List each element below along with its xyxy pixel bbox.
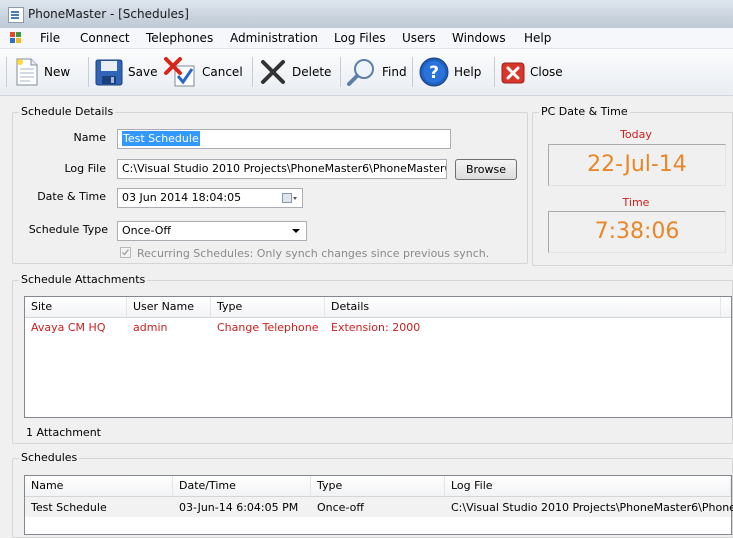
schedule-details-title: Schedule Details bbox=[19, 105, 116, 118]
table-row[interactable]: Avaya CM HQ admin Change Telephone Exten… bbox=[25, 318, 731, 336]
column-log-file[interactable]: Log File bbox=[445, 476, 731, 496]
attachment-type: Change Telephone bbox=[217, 321, 319, 334]
mdi-window-icon[interactable] bbox=[10, 32, 22, 43]
schedule-log-file: C:\Visual Studio 2010 Projects\PhoneMast… bbox=[451, 501, 733, 514]
delete-button[interactable]: Delete bbox=[258, 55, 331, 89]
toolbar-separator bbox=[340, 57, 341, 87]
menu-help[interactable]: Help bbox=[524, 31, 551, 45]
log-file-label: Log File bbox=[64, 162, 106, 175]
time-display: 7:38:06 bbox=[548, 211, 726, 253]
name-field-value: Test Schedule bbox=[122, 131, 200, 146]
schedules-header: Name Date/Time Type Log File bbox=[25, 476, 731, 497]
name-field[interactable]: Test Schedule bbox=[117, 129, 451, 149]
table-row[interactable]: Test Schedule 03-Jun-14 6:04:05 PM Once-… bbox=[25, 497, 733, 517]
date-time-picker[interactable]: 03 Jun 2014 18:04:05 bbox=[117, 188, 303, 208]
svg-text:?: ? bbox=[429, 63, 439, 83]
menu-telephones[interactable]: Telephones bbox=[146, 31, 213, 45]
browse-button[interactable]: Browse bbox=[455, 159, 517, 180]
name-label: Name bbox=[73, 131, 106, 144]
schedules-list[interactable]: Name Date/Time Type Log File Test Schedu… bbox=[24, 475, 733, 535]
close-icon bbox=[501, 62, 525, 84]
schedule-attachments-title: Schedule Attachments bbox=[19, 273, 148, 286]
save-button[interactable]: Save bbox=[94, 55, 157, 89]
time-label: Time bbox=[622, 196, 650, 209]
time-value: 7:38:06 bbox=[594, 219, 680, 244]
delete-x-icon bbox=[261, 60, 285, 84]
help-button[interactable]: ? Help bbox=[418, 55, 481, 89]
menu-users[interactable]: Users bbox=[402, 31, 436, 45]
floppy-disk-icon bbox=[95, 59, 123, 86]
date-time-value: 03 Jun 2014 18:04:05 bbox=[122, 191, 242, 204]
menu-bar: File Connect Telephones Administration L… bbox=[0, 28, 733, 49]
find-button[interactable]: Find bbox=[346, 55, 407, 89]
magnifier-icon bbox=[347, 59, 374, 86]
log-file-field[interactable]: C:\Visual Studio 2010 Projects\PhoneMast… bbox=[117, 159, 447, 179]
column-site[interactable]: Site bbox=[25, 297, 127, 317]
attachments-list[interactable]: Site User Name Type Details Avaya CM HQ … bbox=[24, 296, 732, 418]
toolbar-separator bbox=[88, 57, 89, 87]
schedule-type-value: Once-Off bbox=[122, 224, 171, 237]
column-date-time[interactable]: Date/Time bbox=[173, 476, 311, 496]
chevron-down-icon bbox=[292, 229, 300, 233]
menu-file[interactable]: File bbox=[40, 31, 60, 45]
date-time-label: Date & Time bbox=[37, 190, 106, 203]
cancel-label: Cancel bbox=[202, 65, 243, 79]
help-icon: ? bbox=[419, 57, 449, 87]
menu-log-files[interactable]: Log Files bbox=[334, 31, 386, 45]
schedule-type-select[interactable]: Once-Off bbox=[117, 221, 307, 241]
toolbar-separator bbox=[494, 57, 495, 87]
find-label: Find bbox=[382, 65, 407, 79]
column-name[interactable]: Name bbox=[25, 476, 173, 496]
help-label: Help bbox=[454, 65, 482, 79]
checkmark-icon bbox=[122, 249, 130, 256]
menu-connect[interactable]: Connect bbox=[80, 31, 130, 45]
today-value: 22-Jul-14 bbox=[587, 152, 687, 177]
schedule-type-label: Schedule Type bbox=[28, 223, 108, 236]
app-icon bbox=[8, 7, 24, 23]
new-button[interactable]: New bbox=[14, 55, 70, 89]
attachments-header: Site User Name Type Details bbox=[25, 297, 731, 318]
recurring-label: Recurring Schedules: Only synch changes … bbox=[137, 247, 490, 260]
delete-label: Delete bbox=[292, 65, 332, 79]
toolbar-separator bbox=[412, 57, 413, 87]
column-details[interactable]: Details bbox=[325, 297, 721, 317]
calendar-dropdown-icon[interactable] bbox=[282, 192, 297, 204]
column-schedule-type[interactable]: Type bbox=[311, 476, 445, 496]
toolbar-separator bbox=[252, 57, 253, 87]
cancel-button[interactable]: Cancel bbox=[164, 55, 243, 89]
save-label: Save bbox=[128, 65, 158, 79]
attachment-details: Extension: 2000 bbox=[331, 321, 421, 334]
cancel-icon bbox=[164, 57, 195, 87]
toolbar: New Save Cancel Delete Find ? Help Close bbox=[0, 49, 733, 96]
recurring-checkbox[interactable] bbox=[120, 247, 131, 258]
toolbar-grip bbox=[6, 57, 7, 87]
column-user-name[interactable]: User Name bbox=[127, 297, 211, 317]
schedule-name: Test Schedule bbox=[31, 501, 107, 514]
today-label: Today bbox=[620, 128, 652, 141]
schedule-type: Once-off bbox=[317, 501, 364, 514]
new-document-icon bbox=[16, 58, 38, 86]
title-bar: PhoneMaster - [Schedules] bbox=[0, 0, 733, 28]
close-label: Close bbox=[530, 65, 563, 79]
attachment-user: admin bbox=[133, 321, 168, 334]
attachment-count: 1 Attachment bbox=[26, 426, 101, 439]
close-button[interactable]: Close bbox=[500, 55, 563, 89]
new-label: New bbox=[44, 65, 71, 79]
window-title: PhoneMaster - [Schedules] bbox=[28, 7, 189, 21]
menu-windows[interactable]: Windows bbox=[452, 31, 506, 45]
column-type[interactable]: Type bbox=[211, 297, 325, 317]
today-display: 22-Jul-14 bbox=[548, 144, 726, 186]
menu-administration[interactable]: Administration bbox=[230, 31, 318, 45]
schedules-title: Schedules bbox=[19, 451, 80, 464]
schedule-date-time: 03-Jun-14 6:04:05 PM bbox=[179, 501, 299, 514]
attachment-site: Avaya CM HQ bbox=[31, 321, 106, 334]
pc-date-time-title: PC Date & Time bbox=[539, 105, 630, 118]
